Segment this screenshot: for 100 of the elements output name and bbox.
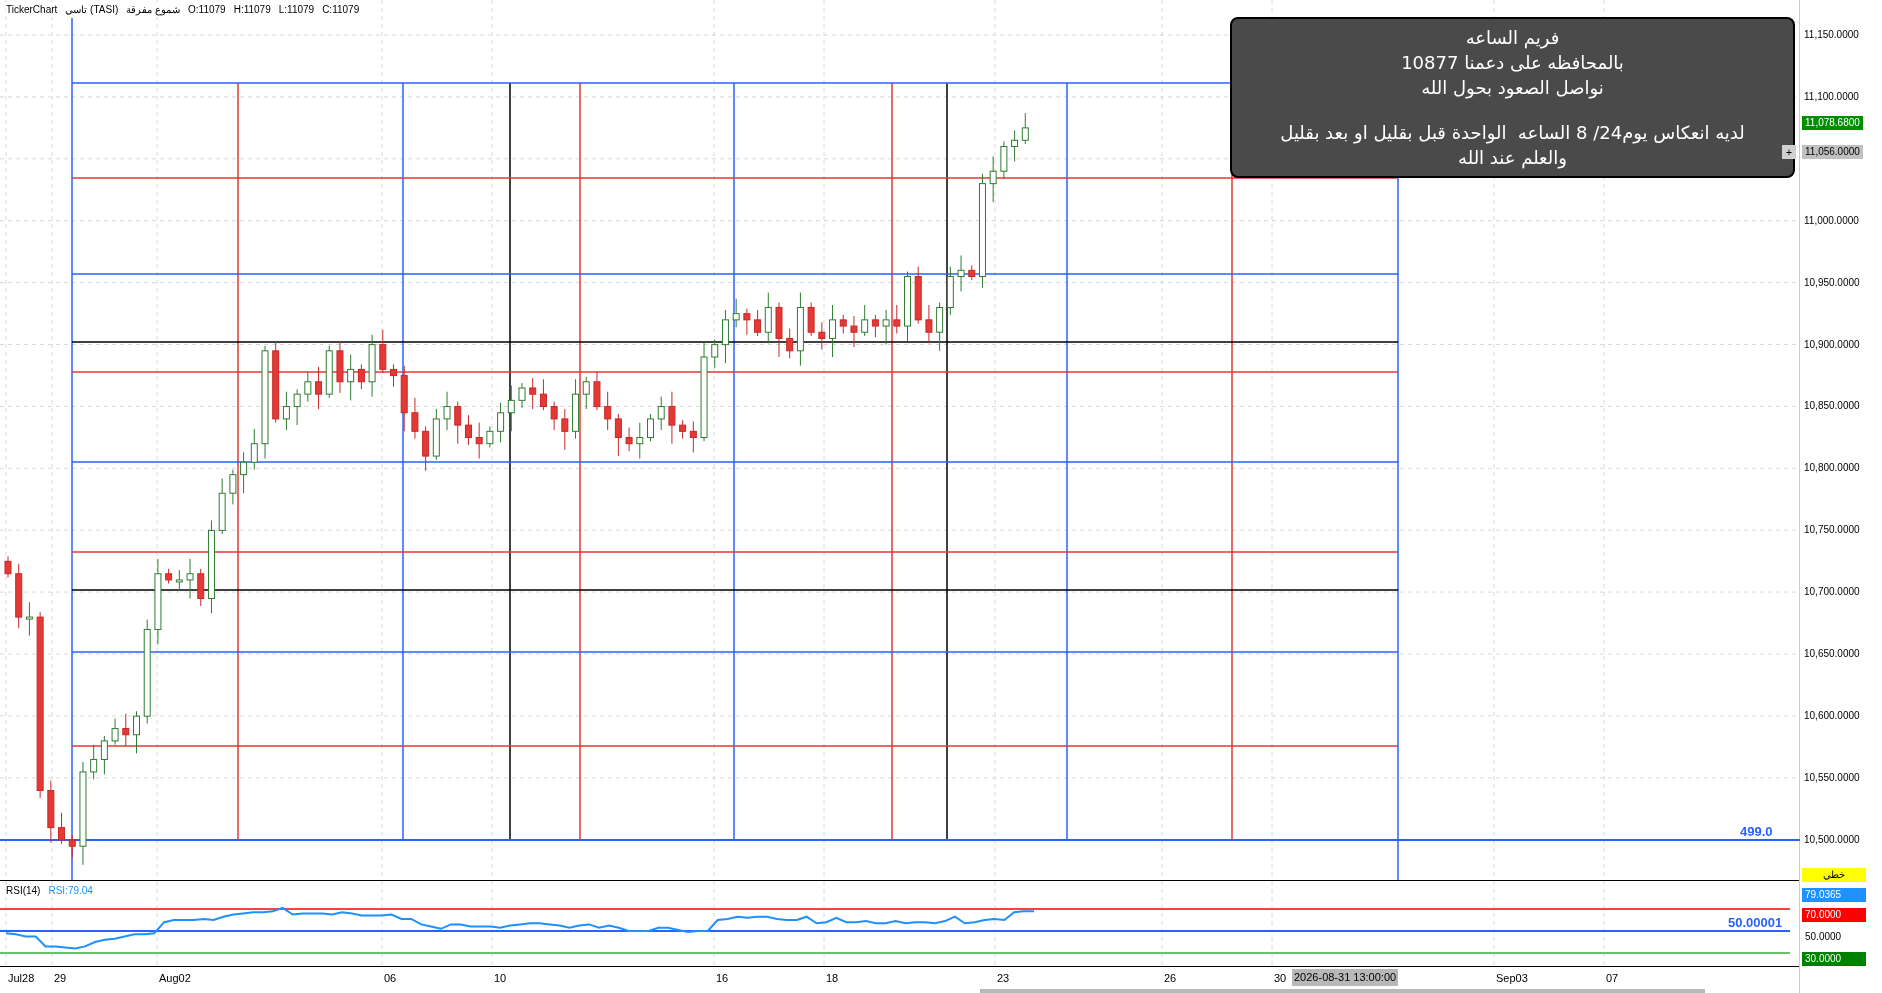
candlestick [914, 266, 922, 325]
candlestick [786, 328, 794, 359]
time-label: 30 [1274, 971, 1287, 986]
candlestick [432, 408, 440, 461]
candlestick [25, 601, 33, 637]
chart-info-text: O:11079 [188, 3, 226, 17]
candlestick [882, 309, 890, 346]
candlestick [518, 382, 526, 409]
candlestick [464, 414, 472, 446]
candlestick [636, 422, 644, 460]
candlestick [550, 401, 558, 431]
candlestick [165, 568, 173, 585]
chart-info-text: H:11079 [233, 3, 271, 17]
candlestick [679, 419, 687, 440]
time-label: Sep03 [1496, 971, 1528, 986]
candlestick [218, 477, 226, 535]
candlestick [315, 366, 323, 410]
candlestick [593, 371, 601, 411]
candlestick [614, 413, 622, 457]
chart-info-text: C:11079 [322, 3, 360, 17]
candlestick [90, 744, 98, 780]
candlestick [1011, 129, 1019, 162]
price-label: 10,500.0000 [1804, 833, 1860, 846]
candlestick [197, 568, 205, 607]
candlestick [861, 304, 869, 337]
candlestick [111, 718, 119, 746]
candlestick [647, 413, 654, 442]
candlestick [1000, 141, 1008, 180]
price-label: 10,650.0000 [1804, 648, 1860, 660]
candlestick [582, 376, 590, 410]
indicator-tag: خطي [1802, 868, 1866, 882]
candlestick [497, 402, 505, 443]
candlestick [250, 428, 258, 471]
candlestick [904, 271, 911, 342]
price-label: 10,550.0000 [1804, 771, 1860, 784]
candlestick [507, 385, 515, 432]
candlestick [689, 420, 697, 453]
time-label: 18 [826, 971, 839, 986]
candlestick [561, 408, 569, 451]
time-label: 06 [384, 971, 397, 986]
candlestick [4, 555, 12, 578]
candlestick [390, 363, 397, 388]
candlestick [1021, 112, 1029, 145]
price-label: 11,150.0000 [1804, 29, 1859, 41]
candlestick [604, 391, 612, 431]
price-label: 10,750.0000 [1804, 524, 1860, 537]
candlestick [925, 304, 933, 344]
candlestick [58, 812, 66, 845]
indicator-reading: RSI:79.04 [48, 884, 93, 898]
candlestick [839, 314, 847, 334]
candlestick [411, 397, 419, 440]
candlestick [764, 292, 772, 344]
note-text: لديه انعكاس يوم24/ 8 الساعه الواحدة قبل بقليل او بعد بقليل [1280, 121, 1745, 145]
level-label: 50.00001 [1728, 914, 1783, 932]
time-label: 23 [997, 971, 1010, 986]
candlestick [240, 451, 248, 494]
candlestick [957, 254, 965, 292]
candlestick [486, 425, 494, 448]
scrollbar[interactable] [980, 989, 1705, 993]
indicator-tag: 79.0365 [1802, 888, 1866, 902]
candlestick [775, 302, 783, 358]
candlestick [400, 365, 408, 432]
candlestick [732, 298, 740, 328]
candlestick [368, 334, 376, 398]
candlestick [186, 558, 194, 599]
candlestick [625, 427, 633, 452]
candlestick [946, 266, 954, 316]
candlestick [529, 377, 537, 410]
candlestick [133, 710, 140, 754]
candlestick [304, 371, 312, 403]
indicator-tag: 50.0000 [1802, 930, 1866, 944]
candlestick [475, 422, 483, 460]
time-label: 07 [1606, 971, 1619, 986]
candlestick [100, 735, 108, 775]
chart-info-text: TickerChart [6, 3, 58, 17]
candlestick [893, 304, 901, 334]
indicator-tag: 70.0000 [1802, 908, 1866, 922]
candlestick [754, 309, 762, 337]
chart-info-text: تاسي (TASI) [65, 3, 119, 17]
add-button[interactable]: + [1782, 145, 1796, 159]
candlestick [454, 401, 462, 445]
candlestick [336, 340, 344, 394]
cursor-time-label: 2026-08-31 13:00:00 [1292, 969, 1399, 986]
candlestick [282, 391, 290, 431]
candlestick [871, 314, 879, 338]
time-label: 10 [494, 971, 507, 986]
candlestick [668, 391, 676, 445]
price-label: 10,900.0000 [1804, 338, 1860, 351]
candlestick [47, 780, 55, 843]
candlestick [357, 363, 365, 390]
time-label: Aug02 [159, 971, 191, 986]
indicator-title: RSI(14) [6, 884, 41, 898]
candlestick [422, 425, 430, 472]
time-label: 29 [54, 971, 67, 986]
candlestick [175, 569, 183, 592]
note-text: نواصل الصعود بحول الله [1421, 76, 1604, 100]
candlestick [293, 388, 301, 426]
candlestick [711, 339, 719, 369]
price-label: 10,800.0000 [1804, 462, 1860, 475]
candlestick [15, 563, 23, 629]
